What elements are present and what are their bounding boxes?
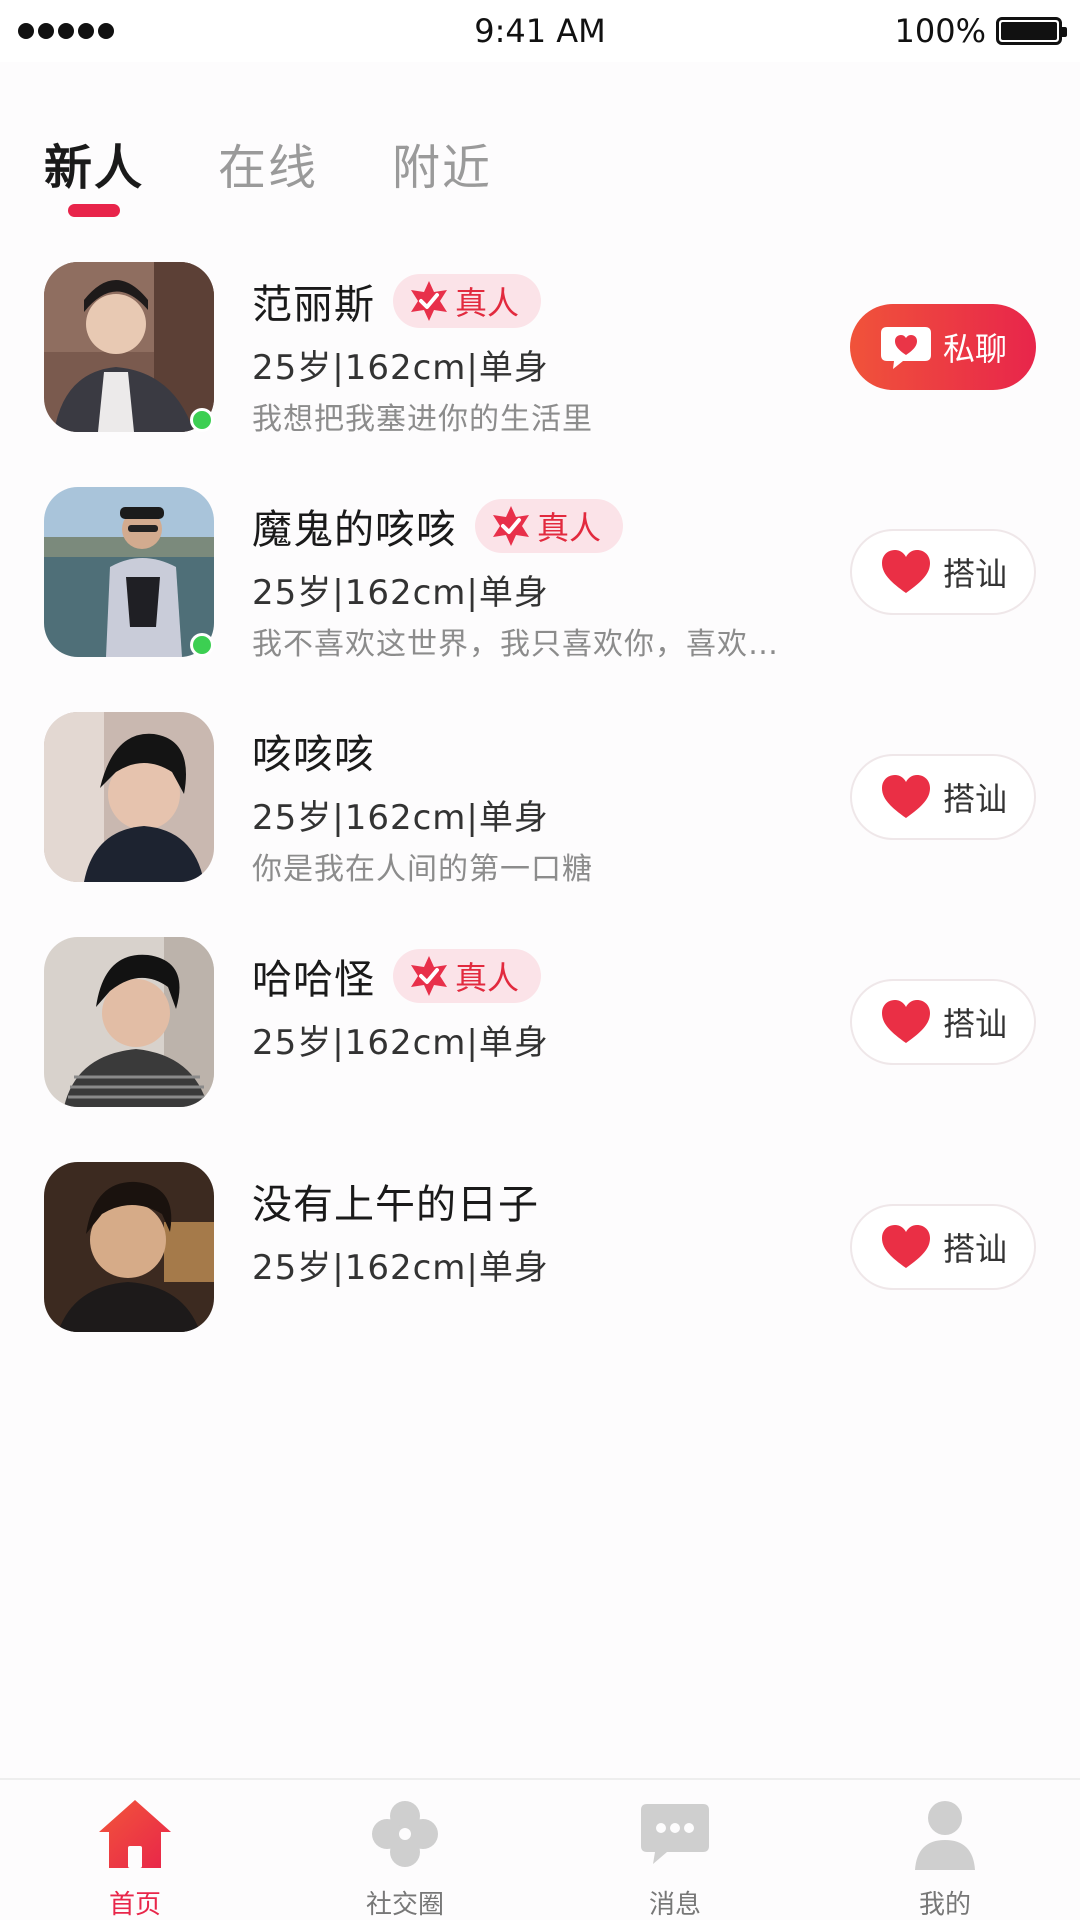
user-name: 范丽斯 (252, 282, 375, 328)
user-list: 范丽斯 真人 25岁|162cm|单身 我想把我塞进你的生活里 私聊 魔鬼的咳咳… (0, 262, 1080, 1387)
avatar-photo-3 (44, 712, 214, 882)
chat-heart-icon (880, 327, 931, 369)
user-name: 没有上午的日子 (252, 1182, 539, 1228)
clover-icon (372, 1801, 438, 1867)
verified-star-icon (411, 281, 447, 321)
nav-label: 首页 (108, 1890, 161, 1920)
nav-label: 我的 (918, 1890, 971, 1920)
greet-button[interactable]: 搭讪 (850, 529, 1036, 615)
nav-profile[interactable]: 我的 (845, 1780, 1045, 1920)
nav-social-circle[interactable]: 社交圈 (305, 1780, 505, 1920)
tab-new[interactable]: 新人 (44, 128, 144, 198)
online-indicator (190, 633, 214, 657)
user-list-item[interactable]: 咳咳咳 25岁|162cm|单身 你是我在人间的第一口糖 搭讪 (0, 712, 1080, 937)
bottom-nav: 首页 社交圈 消息 我的 (0, 1778, 1080, 1920)
nav-label: 消息 (648, 1890, 701, 1920)
tab-online[interactable]: 在线 (218, 128, 318, 198)
avatar[interactable] (44, 937, 214, 1107)
button-label: 搭讪 (942, 1005, 1007, 1043)
avatar-photo-4 (44, 937, 214, 1107)
avatar-photo-1 (44, 262, 214, 432)
battery-icon (996, 17, 1067, 45)
user-info: 25岁|162cm|单身 (252, 1023, 549, 1063)
battery-percent: 100% (894, 12, 986, 50)
button-label: 搭讪 (942, 555, 1007, 593)
person-icon (915, 1801, 975, 1870)
avatar[interactable] (44, 712, 214, 882)
signal-icon (18, 23, 138, 39)
heart-icon (881, 775, 930, 818)
home-icon (99, 1800, 171, 1868)
badge-label: 真人 (455, 959, 520, 997)
verified-star-icon (411, 956, 447, 996)
verified-star-icon (493, 506, 529, 546)
avatar-photo-2 (44, 487, 214, 657)
nav-messages[interactable]: 消息 (575, 1780, 775, 1920)
user-name: 哈哈怪 (252, 957, 375, 1003)
button-label: 私聊 (942, 330, 1007, 368)
greet-button[interactable]: 搭讪 (850, 979, 1036, 1065)
user-info: 25岁|162cm|单身 (252, 1248, 549, 1288)
private-chat-button[interactable]: 私聊 (850, 304, 1036, 390)
button-label: 搭讪 (942, 1230, 1007, 1268)
nav-home[interactable]: 首页 (35, 1780, 235, 1920)
battery-status: 100% (894, 12, 1067, 50)
heart-icon (881, 1000, 930, 1043)
active-tab-indicator (68, 204, 120, 217)
nav-label: 社交圈 (365, 1890, 444, 1920)
user-list-item[interactable]: 哈哈怪 真人 25岁|162cm|单身 搭讪 (0, 937, 1080, 1162)
user-name: 咳咳咳 (252, 732, 375, 778)
greet-button[interactable]: 搭讪 (850, 1204, 1036, 1290)
heart-icon (881, 1225, 930, 1268)
user-bio: 我不喜欢这世界，我只喜欢你，喜欢… (252, 627, 779, 662)
message-icon (641, 1804, 709, 1864)
online-indicator (190, 408, 214, 432)
user-bio: 你是我在人间的第一口糖 (252, 852, 593, 887)
status-bar: 9:41 AM 100% (0, 0, 1080, 62)
user-info: 25岁|162cm|单身 (252, 573, 549, 613)
avatar-photo-5 (44, 1162, 214, 1332)
badge-label: 真人 (537, 509, 602, 547)
user-info: 25岁|162cm|单身 (252, 348, 549, 388)
avatar[interactable] (44, 262, 214, 432)
user-bio: 我想把我塞进你的生活里 (252, 402, 593, 437)
user-list-item[interactable]: 没有上午的日子 25岁|162cm|单身 搭讪 (0, 1162, 1080, 1387)
heart-icon (881, 550, 930, 593)
user-list-item[interactable]: 魔鬼的咳咳 真人 25岁|162cm|单身 我不喜欢这世界，我只喜欢你，喜欢… … (0, 487, 1080, 712)
avatar[interactable] (44, 1162, 214, 1332)
verified-badge: 真人 (475, 499, 624, 553)
avatar[interactable] (44, 487, 214, 657)
verified-badge: 真人 (393, 274, 542, 328)
tab-nearby[interactable]: 附近 (392, 128, 492, 198)
category-tabs: 新人 在线 附近 (44, 128, 492, 198)
greet-button[interactable]: 搭讪 (850, 754, 1036, 840)
user-list-item[interactable]: 范丽斯 真人 25岁|162cm|单身 我想把我塞进你的生活里 私聊 (0, 262, 1080, 487)
verified-badge: 真人 (393, 949, 542, 1003)
user-info: 25岁|162cm|单身 (252, 798, 549, 838)
badge-label: 真人 (455, 284, 520, 322)
button-label: 搭讪 (942, 780, 1007, 818)
user-name: 魔鬼的咳咳 (252, 507, 457, 553)
